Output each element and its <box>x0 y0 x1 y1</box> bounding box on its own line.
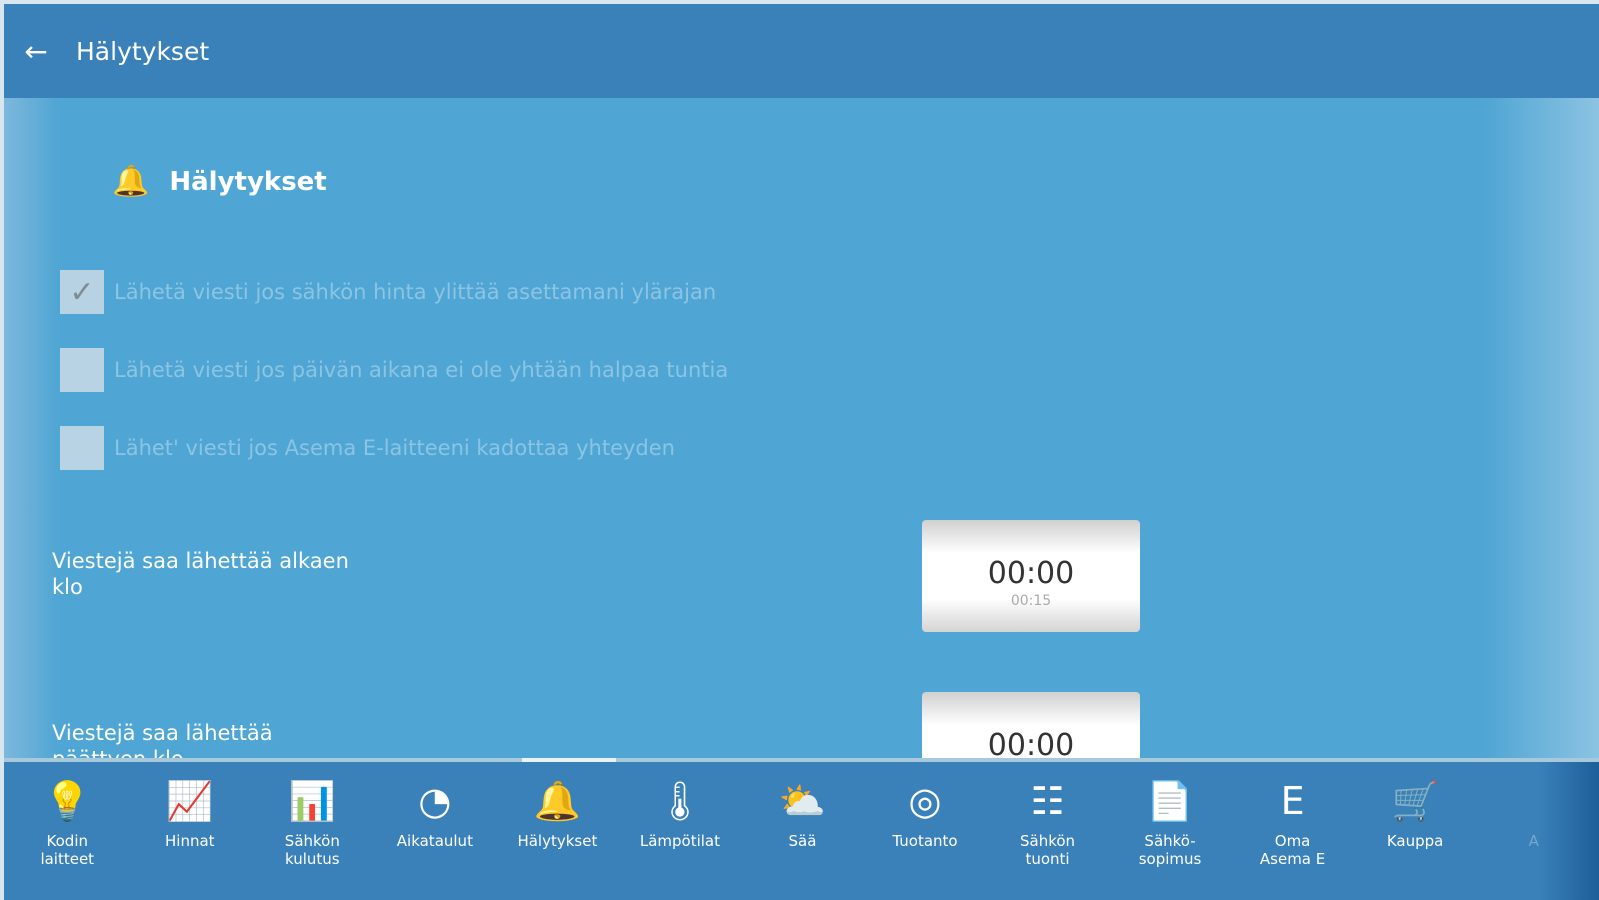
header-title: Hälytykset <box>76 36 210 66</box>
nav-item-label: Kodin laitteet <box>40 832 95 868</box>
nav-item[interactable]: 🛒 Kauppa <box>1354 762 1477 868</box>
checkbox-label: Lähet' viesti jos Asema E-laitteeni kado… <box>114 436 675 460</box>
nav-item[interactable]: 🌡 Lämpötilat <box>619 762 742 868</box>
nav-item-label: Lämpötilat <box>639 832 720 850</box>
lifebuoy-icon: ◎ <box>908 779 942 823</box>
nav-item-label: Oma Asema E <box>1259 832 1326 868</box>
nav-item-label: Sää <box>788 832 817 850</box>
contract-icon: 📄 <box>1146 779 1194 823</box>
thermometer-icon: 🌡 <box>655 779 705 823</box>
nav-item[interactable]: ⛅ Sää <box>741 762 864 868</box>
checkbox-connection-lost[interactable]: Lähet' viesti jos Asema E-laitteeni kado… <box>60 426 675 470</box>
checkbox-price-limit[interactable]: ✓ Lähetä viesti jos sähkön hinta ylittää… <box>60 270 716 314</box>
checkbox[interactable]: ✓ <box>60 270 104 314</box>
app-window: ← Hälytykset 🔔 Hälytykset ✓ Lähetä viest… <box>4 4 1599 900</box>
nav-item[interactable]: ◎ Tuotanto <box>864 762 987 868</box>
clock-icon: ◔ <box>418 779 452 823</box>
nav-item-label: Kauppa <box>1386 832 1444 850</box>
section-title-text: Hälytykset <box>169 166 327 197</box>
checkbox[interactable] <box>60 426 104 470</box>
nav-item[interactable]: 📊 Sähkön kulutus <box>251 762 374 868</box>
nav-item-label: Sähkön kulutus <box>284 832 340 868</box>
bottom-nav[interactable]: 💡 Kodin laitteet 📈 Hinnat 📊 Sähkön kulutus ◔ Ai… <box>4 758 1599 900</box>
header-bar: ← Hälytykset <box>4 4 1599 98</box>
nav-item-label: Tuotanto <box>892 832 958 850</box>
nav-item[interactable]: 📄 Sähkö- sopimus <box>1109 762 1232 868</box>
letter-e-icon: E <box>1280 779 1305 823</box>
alarm-bell-icon: 🔔 <box>533 779 582 823</box>
weather-icon: ⛅ <box>778 779 827 823</box>
nav-item[interactable]: 🔔 Hälytykset <box>496 762 619 868</box>
bar-chart-icon: 📊 <box>288 779 336 823</box>
checkbox-no-cheap-hour[interactable]: Lähetä viesti jos päivän aikana ei ole y… <box>60 348 728 392</box>
nav-item-label: Sähkön tuonti <box>1019 832 1076 868</box>
import-icon: ☷ <box>1030 779 1065 823</box>
nav-item[interactable]: ◔ Aikataulut <box>374 762 497 868</box>
checkbox-label: Lähetä viesti jos päivän aikana ei ole y… <box>114 358 729 382</box>
arrow-left-icon[interactable]: ← <box>6 35 66 68</box>
cart-icon: 🛒 <box>1391 779 1439 823</box>
nav-item-label: Sähkö- sopimus <box>1138 832 1202 868</box>
start-time-picker[interactable]: 00:00 00:15 <box>922 520 1140 632</box>
start-time-label: Viestejä saa lähettää alkaen klo <box>52 549 349 599</box>
scroll-edge <box>1539 762 1599 900</box>
nav-item-label: Hälytykset <box>517 832 598 850</box>
active-indicator <box>522 758 616 762</box>
nav-item[interactable]: 📈 Hinnat <box>129 762 252 868</box>
start-time-value: 00:00 <box>987 556 1075 591</box>
checkbox-label: Lähetä viesti jos sähkön hinta ylittää a… <box>114 280 717 304</box>
nav-item-label: Hinnat <box>165 832 215 850</box>
section-title: 🔔 Hälytykset <box>112 164 327 199</box>
lightbulb-icon: 💡 <box>43 779 91 823</box>
alerts-content[interactable]: 🔔 Hälytykset ✓ Lähetä viesti jos sähkön … <box>4 98 1599 804</box>
checkbox[interactable] <box>60 348 104 392</box>
nav-item-label: Aikataulut <box>396 832 473 850</box>
nav-item[interactable]: E Oma Asema E <box>1231 762 1354 868</box>
alarm-bell-icon: 🔔 <box>112 164 150 199</box>
nav-item[interactable]: ☷ Sähkön tuonti <box>986 762 1109 868</box>
start-time-next: 00:15 <box>1010 593 1052 609</box>
nav-item[interactable]: 💡 Kodin laitteet <box>6 762 129 868</box>
line-chart-icon: 📈 <box>166 779 214 823</box>
